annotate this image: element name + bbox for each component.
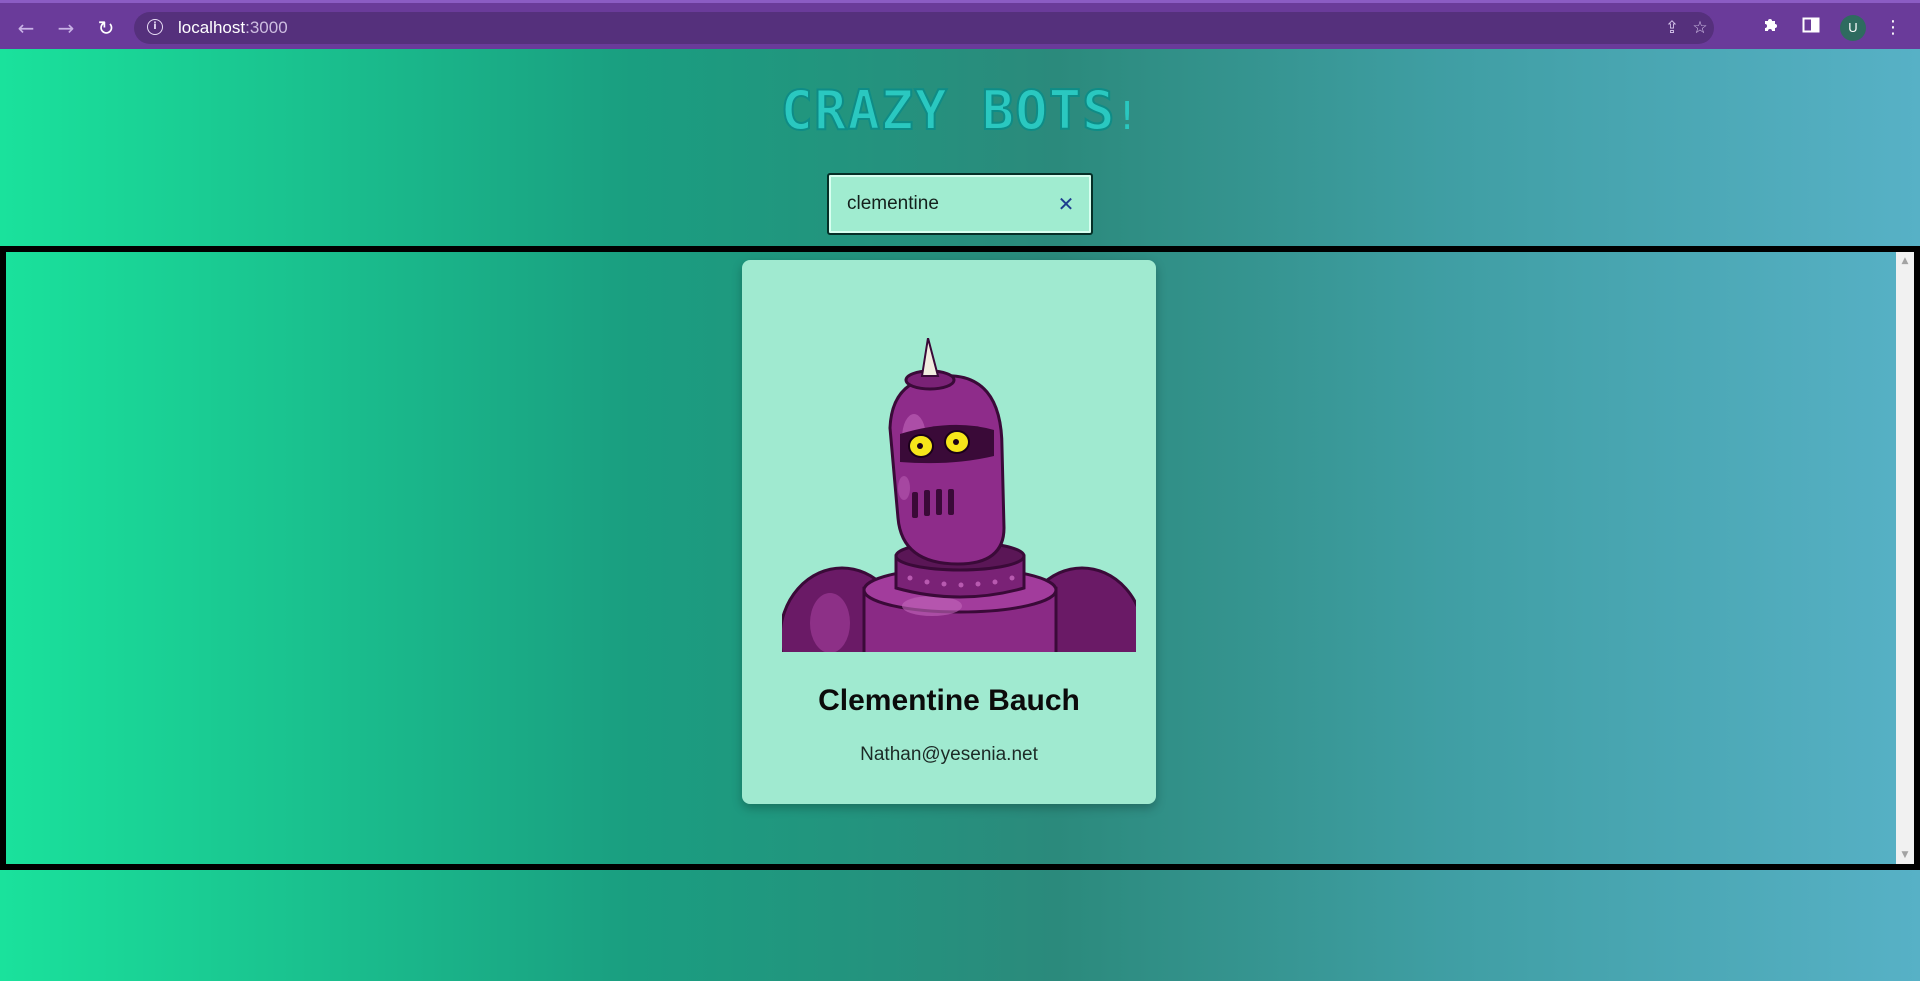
address-bar[interactable]: i localhost:3000 ⇪ ☆ xyxy=(134,12,1714,44)
robot-card[interactable]: Clementine Bauch Nathan@yesenia.net xyxy=(742,260,1156,804)
url-host: localhost xyxy=(178,18,246,37)
results-scrollbar[interactable]: ▲ ▼ xyxy=(1896,252,1914,864)
robot-name: Clementine Bauch xyxy=(818,684,1080,717)
side-panel-icon[interactable] xyxy=(1798,15,1824,41)
logo-text: CRAZY BOTS xyxy=(779,78,1116,143)
search-input[interactable] xyxy=(847,189,1037,219)
scroll-down-arrow-icon[interactable]: ▼ xyxy=(1896,848,1914,862)
reload-icon[interactable]: ↻ xyxy=(92,14,120,42)
logo-exclamation: ! xyxy=(1115,94,1140,138)
app-logo: CRAZY BOTS! xyxy=(0,78,1920,143)
search-box: ✕ xyxy=(827,173,1093,235)
forward-arrow-icon[interactable]: → xyxy=(52,14,80,42)
clear-search-button[interactable]: ✕ xyxy=(1053,190,1079,218)
back-arrow-icon[interactable]: ← xyxy=(12,14,40,42)
profile-avatar[interactable]: U xyxy=(1840,15,1866,41)
share-icon[interactable]: ⇪ xyxy=(1660,16,1684,40)
puzzle-shape xyxy=(1765,19,1777,31)
browser-toolbar: ← → ↻ i localhost:3000 ⇪ ☆ U ⋮ xyxy=(0,0,1920,49)
results-panel[interactable]: ▲ ▼ Clementine Bauch Nathan@yesenia.net xyxy=(0,246,1920,870)
star-icon[interactable]: ☆ xyxy=(1688,16,1712,40)
kebab-menu-icon[interactable]: ⋮ xyxy=(1880,15,1906,41)
robot-email: Nathan@yesenia.net xyxy=(860,744,1038,765)
address-url[interactable]: localhost:3000 xyxy=(178,18,288,38)
url-port: :3000 xyxy=(245,18,288,37)
scroll-up-arrow-icon[interactable]: ▲ xyxy=(1896,254,1914,268)
robot-avatar-image xyxy=(782,338,1136,652)
page-viewport: CRAZY BOTS! ✕ ▲ ▼ xyxy=(0,49,1920,981)
purple-robot-illustration xyxy=(782,338,1136,652)
puzzle-icon[interactable] xyxy=(1758,15,1784,41)
side-panel-shape xyxy=(1802,17,1820,33)
site-info-icon[interactable]: i xyxy=(147,19,163,35)
